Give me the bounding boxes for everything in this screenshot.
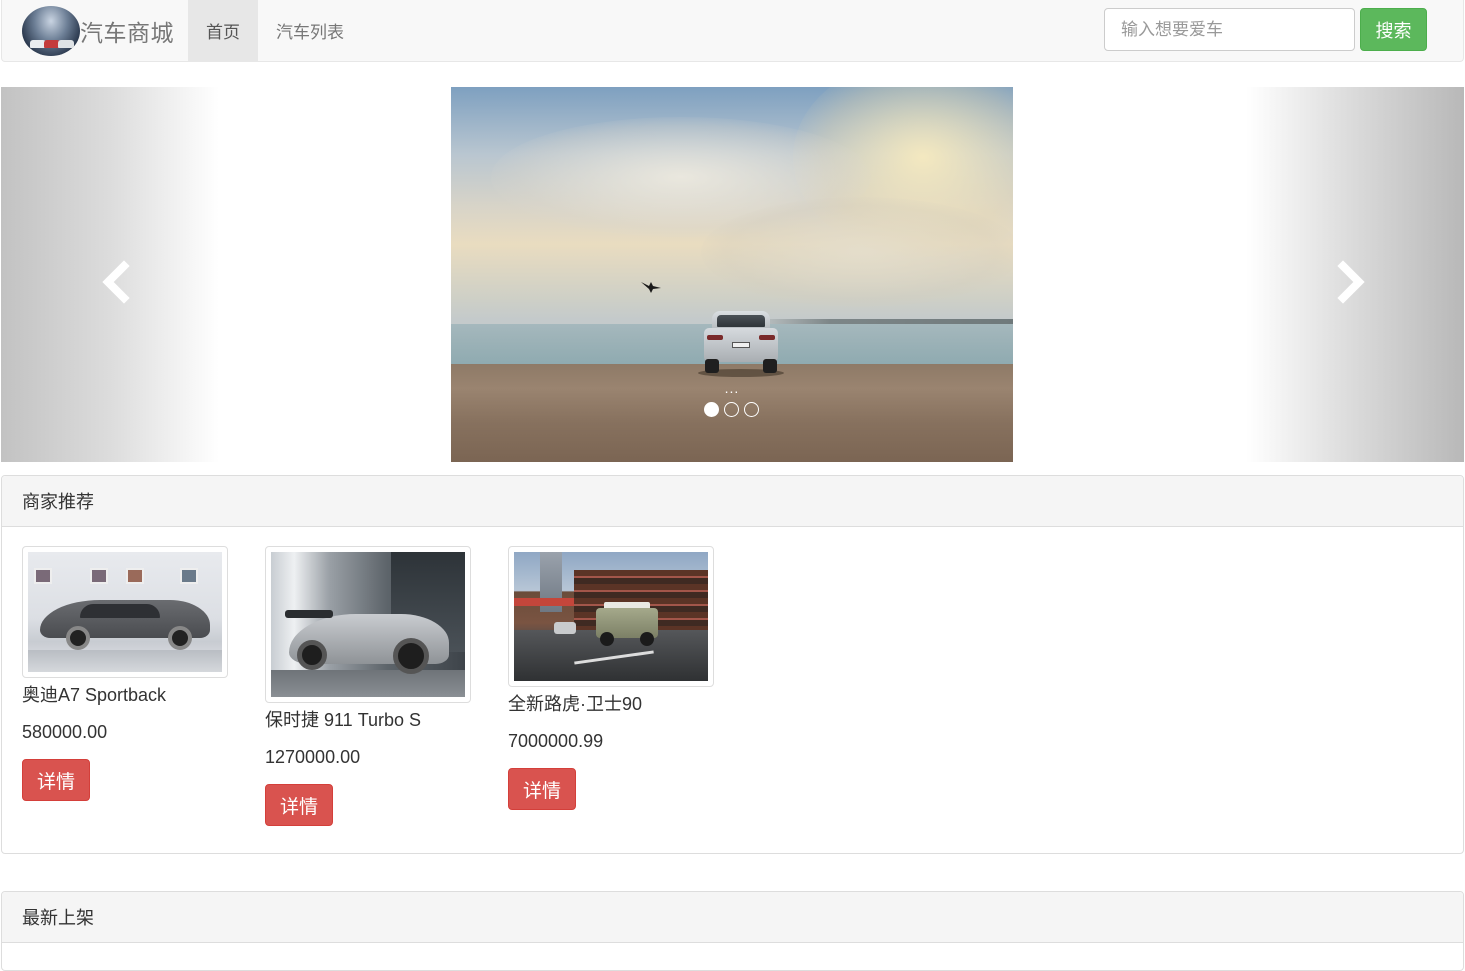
product-card: 保时捷 911 Turbo S 1270000.00 详情	[265, 546, 471, 826]
carousel-caption: ...	[724, 380, 740, 396]
suv-rear-view	[698, 311, 784, 377]
product-price: 1270000.00	[265, 747, 361, 767]
product-name: 奥迪A7 Sportback	[22, 685, 167, 705]
search-button[interactable]: 搜索	[1360, 8, 1427, 51]
product-card: 奥迪A7 Sportback 580000.00 详情	[22, 546, 228, 801]
chevron-left-icon[interactable]	[96, 252, 136, 312]
latest-panel: 最新上架	[1, 891, 1464, 971]
brand-name: 汽车商城	[80, 19, 174, 46]
chevron-right-icon[interactable]	[1331, 252, 1371, 312]
product-name: 保时捷 911 Turbo S	[265, 710, 422, 730]
panel-heading: 商家推荐	[2, 476, 1463, 527]
search-input[interactable]	[1104, 8, 1355, 51]
product-price: 580000.00	[22, 722, 108, 742]
navbar: 汽车商城 首页 汽车列表 搜索	[1, 0, 1464, 62]
nav-item-car-list[interactable]: 汽车列表	[258, 0, 362, 61]
product-price: 7000000.99	[508, 731, 604, 751]
nav-item-home[interactable]: 首页	[188, 0, 258, 61]
product-card: 全新路虎·卫士90 7000000.99 详情	[508, 546, 714, 810]
carousel-indicator-2[interactable]	[724, 402, 739, 417]
carousel: ...	[1, 87, 1464, 462]
detail-button[interactable]: 详情	[265, 784, 333, 826]
carousel-indicators	[704, 402, 759, 417]
main-nav: 首页 汽车列表	[188, 0, 362, 61]
bird-icon	[641, 282, 661, 293]
panel-heading: 最新上架	[2, 892, 1463, 943]
product-name: 全新路虎·卫士90	[508, 694, 643, 714]
product-thumbnail[interactable]	[265, 546, 471, 703]
detail-button[interactable]: 详情	[22, 759, 90, 801]
recommend-panel: 商家推荐 奥迪A7 Sportback 580000.00 详情 保时捷 911…	[1, 475, 1464, 854]
product-thumbnail[interactable]	[508, 546, 714, 687]
brand-logo	[22, 5, 80, 56]
carousel-indicator-3[interactable]	[744, 402, 759, 417]
carousel-indicator-1[interactable]	[704, 402, 719, 417]
product-thumbnail[interactable]	[22, 546, 228, 678]
brand[interactable]: 汽车商城	[22, 0, 174, 61]
carousel-slide-image: ...	[451, 87, 1013, 462]
detail-button[interactable]: 详情	[508, 768, 576, 810]
